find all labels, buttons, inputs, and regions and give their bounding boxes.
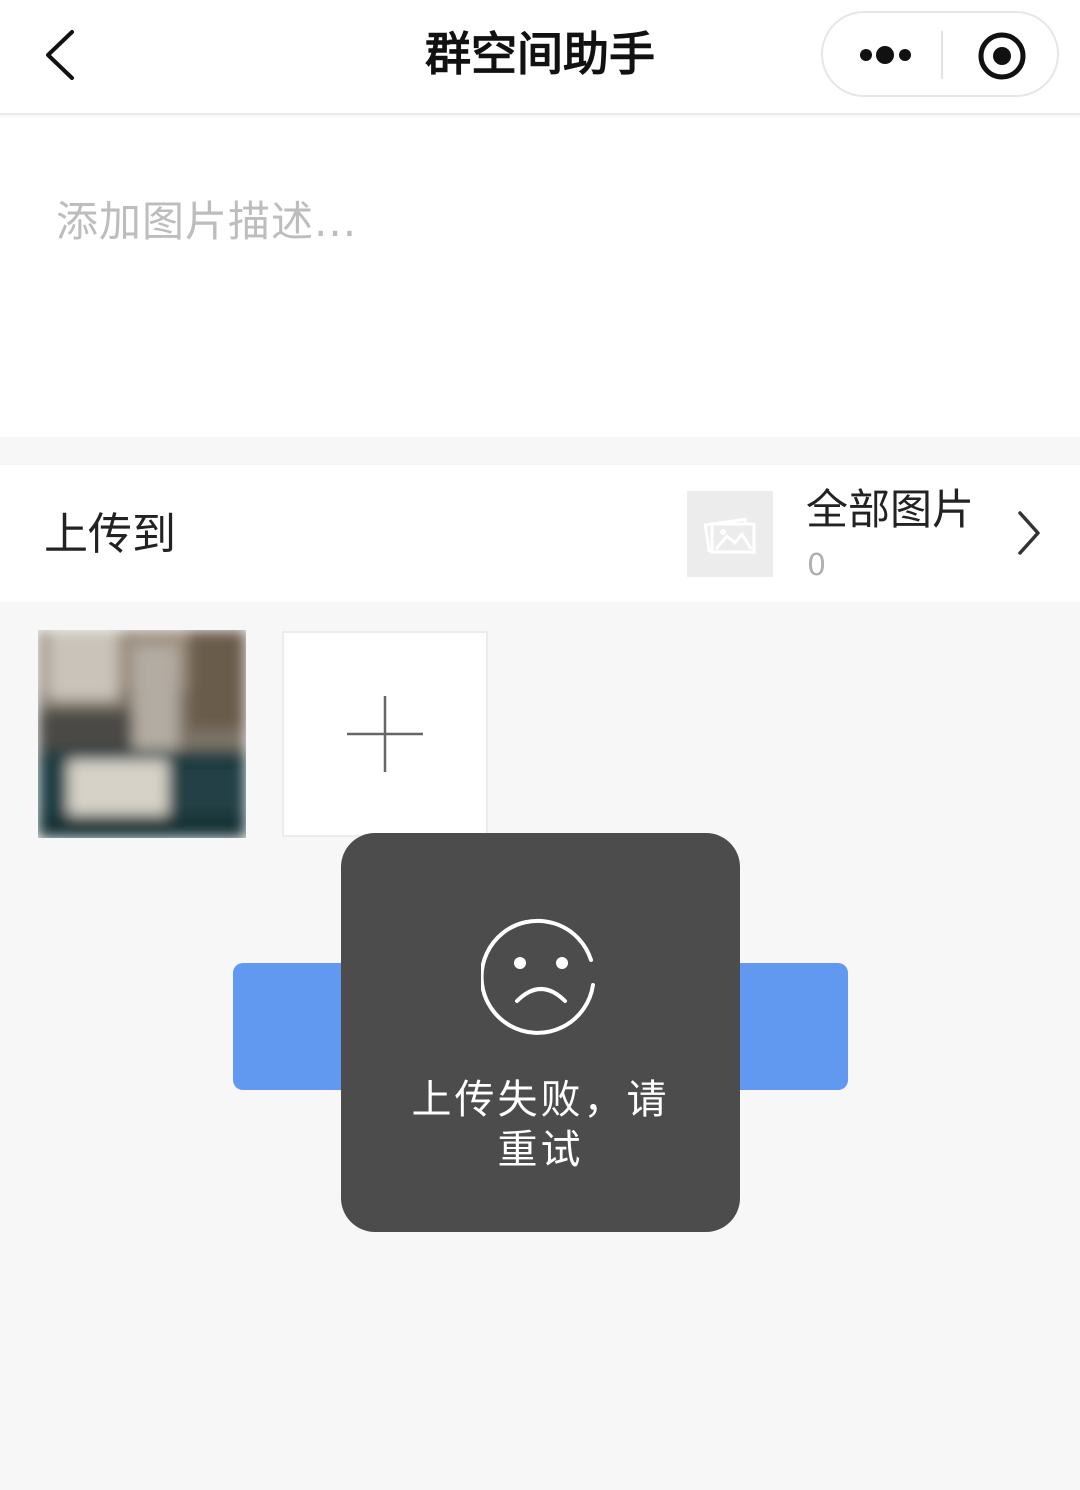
selected-photo-thumbnail[interactable]	[38, 630, 246, 838]
toast-message: 上传失败，请重试	[411, 1077, 670, 1173]
upload-to-label: 上传到	[44, 509, 176, 560]
description-input[interactable]: 添加图片描述...	[56, 195, 1016, 255]
more-button[interactable]	[823, 13, 941, 95]
description-area: 添加图片描述...	[0, 117, 1080, 437]
target-close-icon	[978, 32, 1026, 80]
album-cover	[687, 491, 773, 577]
album-arrow	[1008, 505, 1048, 561]
back-button[interactable]	[30, 22, 100, 92]
plus-icon	[347, 696, 423, 772]
close-button[interactable]	[943, 13, 1059, 95]
more-dots-icon	[860, 46, 911, 64]
sad-face-icon	[481, 918, 595, 1035]
add-photo-button[interactable]	[282, 631, 488, 837]
photo-preview	[38, 630, 246, 838]
chevron-left-icon	[46, 30, 74, 80]
navbar: 群空间助手	[0, 0, 1080, 115]
chevron-right-icon	[1018, 511, 1040, 555]
photo-album-icon	[703, 517, 756, 554]
album-name: 全部图片	[806, 485, 975, 534]
upload-destination-row[interactable]: 上传到 全部图片 0	[0, 465, 1080, 602]
album-count: 0	[807, 548, 827, 583]
menu-capsule	[821, 11, 1059, 97]
error-toast: 上传失败，请重试	[341, 833, 740, 1232]
